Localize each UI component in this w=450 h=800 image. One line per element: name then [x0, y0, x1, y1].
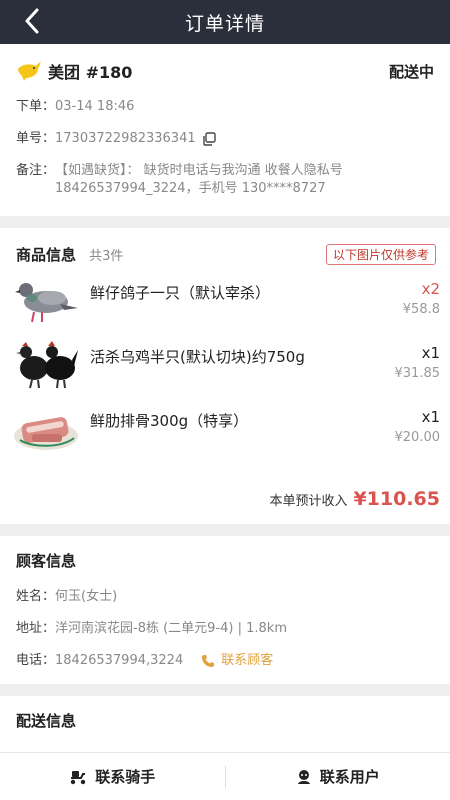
- goods-section: 商品信息 共3件 以下图片仅供参考 鲜仔鸽子一只（默认宰杀） x2 ¥58.8: [0, 228, 450, 524]
- order-time-label: 下单：: [16, 99, 56, 114]
- list-item: 活杀乌鸡半只(默认切块)约750g x1 ¥31.85: [16, 338, 442, 402]
- copy-icon[interactable]: [202, 132, 216, 146]
- pigeon-image: [15, 283, 78, 323]
- top-nav-bar: 订单详情: [0, 0, 450, 44]
- customer-address-label: 地址：: [16, 621, 56, 636]
- item-price: ¥58.8: [402, 302, 440, 317]
- item-quantity: x2: [421, 280, 440, 298]
- contact-rider-label: 联系骑手: [95, 768, 156, 786]
- customer-phone-value: 18426537994,3224: [55, 653, 184, 668]
- image-reference-badge: 以下图片仅供参考: [325, 243, 436, 265]
- customer-name-label: 姓名：: [16, 589, 56, 604]
- order-number-value: 17303722982336341: [55, 131, 196, 146]
- pork-ribs-image: [14, 417, 78, 450]
- income-amount: ¥110.65: [353, 488, 440, 510]
- income-label: 本单预计收入: [269, 494, 348, 509]
- chevron-left-icon: [25, 8, 39, 34]
- order-number-label: 单号：: [16, 131, 56, 146]
- customer-name-row: 姓名： 何玉(女士): [16, 588, 434, 606]
- customer-service-icon: [297, 769, 310, 784]
- item-price: ¥20.00: [394, 430, 441, 445]
- black-chicken-image: [16, 341, 78, 389]
- estimated-income: 本单预计收入 ¥110.65: [269, 488, 440, 510]
- bottom-action-bar: 联系骑手 联系用户: [0, 752, 450, 800]
- customer-phone-label: 电话：: [16, 653, 56, 668]
- back-button[interactable]: [18, 6, 46, 36]
- contact-rider-button[interactable]: 联系骑手: [0, 753, 225, 800]
- customer-name-value: 何玉(女士): [55, 589, 118, 604]
- customer-phone-row: 电话： 18426537994,3224 联系顾客: [16, 652, 434, 670]
- order-time-row: 下单： 03-14 18:46: [16, 98, 434, 116]
- item-name: 鲜仔鸽子一只（默认宰杀）: [90, 284, 271, 302]
- item-quantity: x1: [421, 408, 440, 426]
- order-remark-value: 【如遇缺货】： 缺货时电话与我沟通 收餐人隐私号 18426537994_322…: [55, 163, 343, 196]
- list-item: 鲜肋排骨300g（特享） x1 ¥20.00: [14, 402, 442, 466]
- order-summary-section: 美团 #180 配送中 下单： 03-14 18:46 单号： 17303722…: [0, 44, 450, 216]
- contact-customer-label: 联系顾客: [221, 653, 274, 668]
- list-item: 鲜仔鸽子一只（默认宰杀） x2 ¥58.8: [15, 274, 442, 338]
- contact-user-button[interactable]: 联系用户: [226, 753, 450, 800]
- customer-section-title: 顾客信息: [16, 552, 77, 570]
- customer-address-value: 洋河南滨花园-8栋 (二单元9-4) | 1.8km: [55, 621, 287, 636]
- order-status: 配送中: [388, 62, 434, 81]
- contact-user-label: 联系用户: [319, 768, 380, 786]
- item-name: 活杀乌鸡半只(默认切块)约750g: [90, 348, 305, 366]
- delivery-section-title: 配送信息: [16, 712, 77, 730]
- order-remark-label: 备注：: [16, 163, 56, 178]
- order-time-value: 03-14 18:46: [55, 99, 135, 114]
- goods-count: 共3件: [89, 248, 124, 264]
- customer-section: 顾客信息 姓名： 何玉(女士) 地址： 洋河南滨花园-8栋 (二单元9-4) |…: [0, 536, 450, 684]
- phone-icon: [202, 655, 215, 667]
- item-price: ¥31.85: [394, 366, 441, 381]
- order-number-row: 单号： 17303722982336341: [16, 130, 434, 148]
- page-title: 订单详情: [184, 12, 265, 35]
- goods-section-title: 商品信息: [16, 245, 77, 264]
- item-quantity: x1: [421, 344, 440, 362]
- meituan-kangaroo-logo-icon: [18, 61, 41, 81]
- order-remark-row: 备注： 【如遇缺货】： 缺货时电话与我沟通 收餐人隐私号 18426537994…: [16, 162, 434, 198]
- item-name: 鲜肋排骨300g（特享）: [90, 412, 249, 430]
- customer-address-row: 地址： 洋河南滨花园-8栋 (二单元9-4) | 1.8km: [16, 620, 434, 638]
- contact-customer-button[interactable]: 联系顾客: [201, 652, 273, 670]
- order-platform-number: 美团 #180: [48, 63, 133, 82]
- scooter-icon: [71, 770, 86, 784]
